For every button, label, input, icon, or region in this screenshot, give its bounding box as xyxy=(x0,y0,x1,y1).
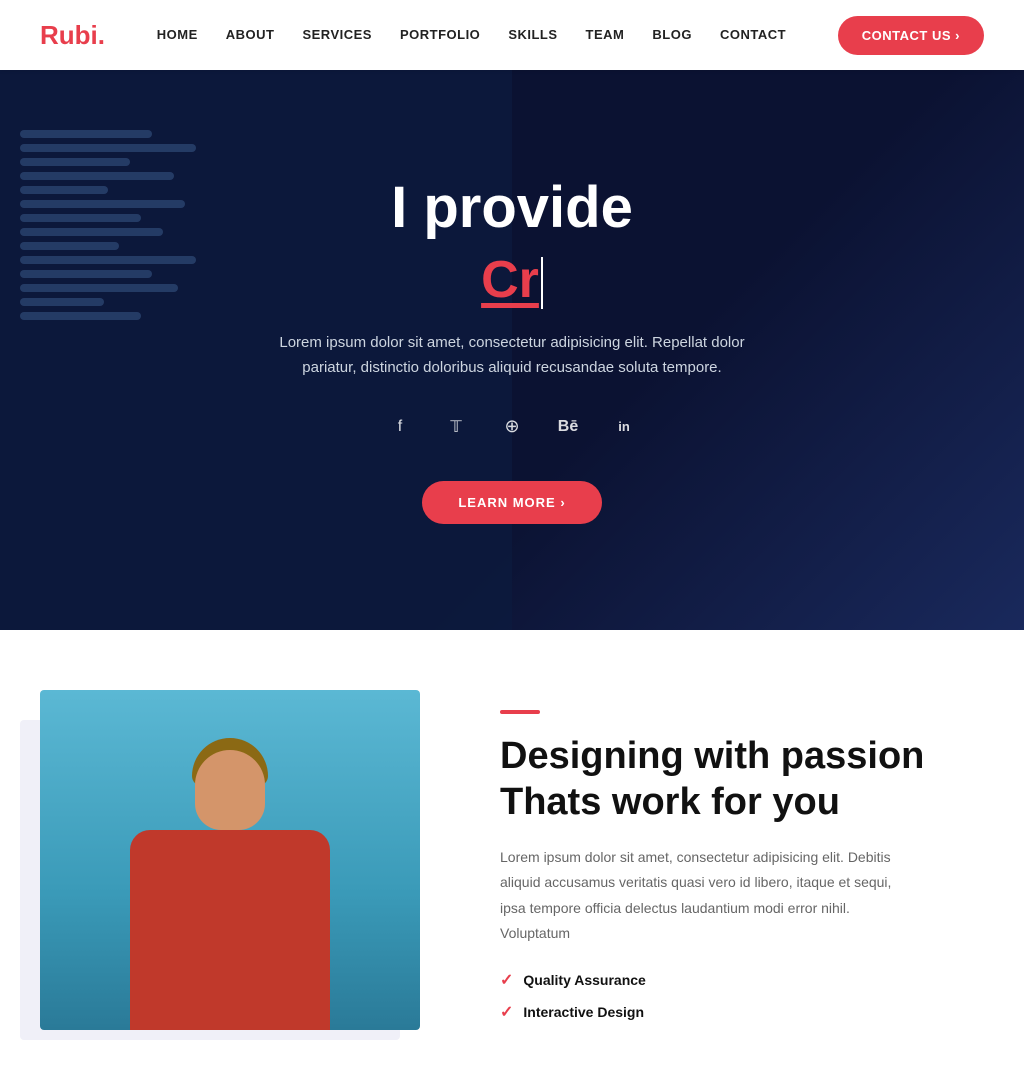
about-text: Designing with passion Thats work for yo… xyxy=(500,690,984,1034)
code-line xyxy=(20,228,163,236)
navbar: Rubi. HOME ABOUT SERVICES PORTFOLIO SKILLS TE… xyxy=(0,0,1024,70)
about-image-wrapper xyxy=(40,690,440,1030)
check-icon: ✓ xyxy=(500,1002,513,1022)
about-feature-item: ✓ Quality Assurance xyxy=(500,970,984,990)
hero-code-lines xyxy=(20,130,240,320)
linkedin-icon[interactable]: in xyxy=(606,409,642,445)
about-heading: Designing with passion Thats work for yo… xyxy=(500,734,984,825)
nav-link-portfolio[interactable]: PORTFOLIO xyxy=(400,27,480,42)
hero-content: I provide Cr Lorem ipsum dolor sit amet,… xyxy=(232,156,792,544)
behance-icon[interactable]: Bē xyxy=(550,409,586,445)
code-line xyxy=(20,242,119,250)
about-accent-bar xyxy=(500,710,540,714)
nav-link-skills[interactable]: SKILLS xyxy=(508,27,557,42)
nav-links: HOME ABOUT SERVICES PORTFOLIO SKILLS TEAM BLOG… xyxy=(157,26,786,44)
twitter-icon[interactable]: 𝕋 xyxy=(438,409,474,445)
logo-highlight: R xyxy=(40,20,59,50)
hero-description: Lorem ipsum dolor sit amet, consectetur … xyxy=(252,330,772,381)
about-section: Designing with passion Thats work for yo… xyxy=(0,630,1024,1074)
code-line xyxy=(20,298,104,306)
code-line xyxy=(20,144,196,152)
logo[interactable]: Rubi. xyxy=(40,20,105,51)
hero-title: I provide xyxy=(252,176,772,240)
code-line xyxy=(20,130,152,138)
feature-label: Interactive Design xyxy=(523,1004,644,1020)
nav-link-home[interactable]: HOME xyxy=(157,27,198,42)
social-icons: f 𝕋 ⊕ Bē in xyxy=(252,409,772,445)
code-line xyxy=(20,256,196,264)
code-line xyxy=(20,214,141,222)
nav-link-about[interactable]: ABOUT xyxy=(226,27,275,42)
person-head xyxy=(195,750,265,830)
logo-rest: ubi. xyxy=(59,20,105,50)
code-line xyxy=(20,312,141,320)
code-line xyxy=(20,200,185,208)
code-line xyxy=(20,186,108,194)
hero-section: I provide Cr Lorem ipsum dolor sit amet,… xyxy=(0,70,1024,630)
about-features: ✓ Quality Assurance ✓ Interactive Design xyxy=(500,970,984,1022)
contact-us-button[interactable]: CONTACT US › xyxy=(838,16,984,55)
person-figure xyxy=(40,690,420,1030)
feature-label: Quality Assurance xyxy=(523,972,645,988)
learn-more-button[interactable]: LEARN MORE › xyxy=(422,481,601,524)
about-feature-item: ✓ Interactive Design xyxy=(500,1002,984,1022)
about-image xyxy=(40,690,420,1030)
nav-link-team[interactable]: TEAM xyxy=(586,27,625,42)
dribbble-icon[interactable]: ⊕ xyxy=(494,409,530,445)
hero-typed-text: Cr xyxy=(252,250,772,310)
nav-link-services[interactable]: SERVICES xyxy=(302,27,372,42)
facebook-icon[interactable]: f xyxy=(382,409,418,445)
nav-link-contact[interactable]: CONTACT xyxy=(720,27,786,42)
code-line xyxy=(20,284,178,292)
check-icon: ✓ xyxy=(500,970,513,990)
about-description: Lorem ipsum dolor sit amet, consectetur … xyxy=(500,845,920,946)
nav-link-blog[interactable]: BLOG xyxy=(652,27,692,42)
code-line xyxy=(20,270,152,278)
code-line xyxy=(20,158,130,166)
person-body xyxy=(130,830,330,1030)
code-line xyxy=(20,172,174,180)
